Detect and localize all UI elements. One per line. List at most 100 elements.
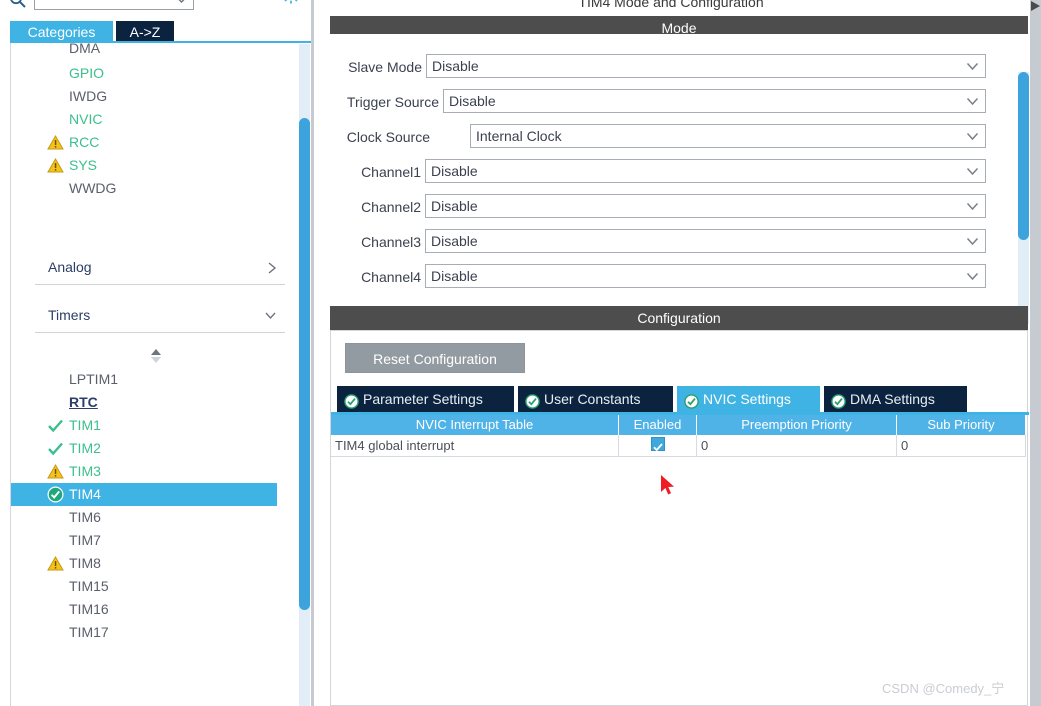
table-row-interrupt-name[interactable]: TIM4 global interrupt [331,435,619,457]
check-icon [47,440,64,457]
tree-item-label: RCC [69,134,100,150]
check-circle-icon [344,391,359,409]
tree-item-label: TIM17 [69,624,109,640]
column-header-enabled[interactable]: Enabled [619,415,697,435]
slave-mode-value: Disable [432,58,479,74]
tree-item-label: TIM1 [69,417,101,433]
trigger-source-select[interactable]: Disable [443,89,986,113]
tree-item-label: TIM7 [69,532,101,548]
tree-item-label: TIM8 [69,555,101,571]
tab-label: DMA Settings [850,391,935,407]
table-row-preemption-priority[interactable]: 0 [697,435,897,457]
mode-label: Channel4 [361,269,421,285]
chevron-down-icon [966,269,979,284]
chevron-right-icon [267,261,277,278]
tab-user-constants[interactable]: User Constants [518,386,673,412]
mode-row-clock-source: Clock Source Internal Clock [330,124,1002,150]
divider [35,284,285,285]
check-circle-icon [47,486,64,503]
panel-separator [314,0,322,706]
tree-item-tim3[interactable]: TIM3 [11,460,283,483]
tab-label: Parameter Settings [363,391,483,407]
chevron-down-icon [966,199,979,214]
channel1-select[interactable]: Disable [425,159,986,183]
peripheral-sidebar: Categories A->Z DMA GPIO IWDG NVIC RCC S… [0,0,314,706]
tree-item-tim15[interactable]: TIM15 [11,575,283,598]
mode-section-body: Slave Mode Disable Trigger Source Disabl… [330,34,1029,324]
tree-item-label: TIM3 [69,463,101,479]
scroll-spinner-icon[interactable] [149,347,163,363]
tab-parameter-settings[interactable]: Parameter Settings [337,386,514,412]
tree-item-sys[interactable]: SYS [11,154,283,177]
group-analog[interactable]: Analog [35,259,285,281]
gear-icon[interactable] [280,0,302,6]
chevron-down-icon [966,129,979,144]
tree-item-tim16[interactable]: TIM16 [11,598,283,621]
clock-source-select[interactable]: Internal Clock [470,124,986,148]
tree-item-label: SYS [69,157,98,173]
mode-label: Slave Mode [348,59,422,75]
mode-row-channel2: Channel2 Disable [330,194,1002,220]
tab-categories[interactable]: Categories [10,21,113,43]
tree-item-label: WWDG [69,180,117,196]
group-label: Analog [48,259,92,275]
tab-nvic-settings[interactable]: NVIC Settings [677,386,820,412]
tree-item-label: TIM15 [69,578,109,594]
mode-label: Clock Source [346,129,430,145]
mode-label: Channel1 [361,164,421,180]
channel4-select[interactable]: Disable [425,264,986,288]
channel3-value: Disable [431,233,478,249]
tab-label: NVIC Settings [703,391,791,407]
search-icon[interactable] [8,0,28,10]
check-circle-icon [684,391,699,409]
app-root: Categories A->Z DMA GPIO IWDG NVIC RCC S… [0,0,1041,706]
tree-item-dma[interactable]: DMA [11,43,283,60]
mode-row-slave-mode: Slave Mode Disable [330,54,1002,80]
configuration-panel: TIM4 Mode and Configuration Mode Slave M… [322,0,1041,706]
tree-item-lptim1[interactable]: LPTIM1 [11,368,283,391]
column-header-preemption-priority[interactable]: Preemption Priority [697,415,897,435]
reset-configuration-button[interactable]: Reset Configuration [345,343,525,373]
slave-mode-select[interactable]: Disable [426,54,986,78]
tab-dma-settings[interactable]: DMA Settings [824,386,967,412]
channel2-select[interactable]: Disable [425,194,986,218]
tree-item-label: DMA [69,43,101,56]
column-header-nvic-interrupt-table[interactable]: NVIC Interrupt Table [331,415,619,435]
tab-label: User Constants [544,391,641,407]
tree-item-gpio[interactable]: GPIO [11,62,283,85]
tree-item-label: TIM4 [69,486,101,502]
enabled-checkbox[interactable] [650,437,665,452]
tree-item-nvic[interactable]: NVIC [11,108,283,131]
configuration-tabs: Parameter Settings User Constants NVIC S… [331,386,1029,412]
table-row-sub-priority[interactable]: 0 [897,435,1026,457]
mode-label: Channel2 [361,199,421,215]
mouse-cursor [660,474,678,498]
table-row-enabled-cell[interactable] [619,435,697,457]
tree-item-tim7[interactable]: TIM7 [11,529,283,552]
search-input[interactable] [34,0,194,10]
tree-item-tim17[interactable]: TIM17 [11,621,283,644]
tree-item-tim8[interactable]: TIM8 [11,552,283,575]
tree-item-label: GPIO [69,65,105,81]
tree-item-iwdg[interactable]: IWDG [11,85,283,108]
channel3-select[interactable]: Disable [425,229,986,253]
tree-item-rcc[interactable]: RCC [11,131,283,154]
group-timers[interactable]: Timers [35,307,285,329]
scroll-right-arrow-icon[interactable] [1030,0,1041,12]
tree-item-tim2[interactable]: TIM2 [11,437,283,460]
tree-item-tim6[interactable]: TIM6 [11,506,283,529]
channel2-value: Disable [431,198,478,214]
sidebar-tabs: Categories A->Z [0,21,312,43]
tree-item-label: LPTIM1 [69,371,119,387]
group-label: Timers [48,307,91,323]
tree-item-tim1[interactable]: TIM1 [11,414,283,437]
window-scrollbar[interactable] [1030,0,1041,706]
tree-item-tim4[interactable]: TIM4 [11,483,277,506]
chevron-down-icon [966,164,979,179]
mode-scrollbar-thumb[interactable] [1018,72,1029,240]
tree-item-wwdg[interactable]: WWDG [11,177,283,200]
tab-a-to-z[interactable]: A->Z [116,21,174,43]
column-header-sub-priority[interactable]: Sub Priority [897,415,1026,435]
tree-item-rtc[interactable]: RTC [11,391,283,414]
sidebar-scrollbar-thumb[interactable] [299,118,310,610]
